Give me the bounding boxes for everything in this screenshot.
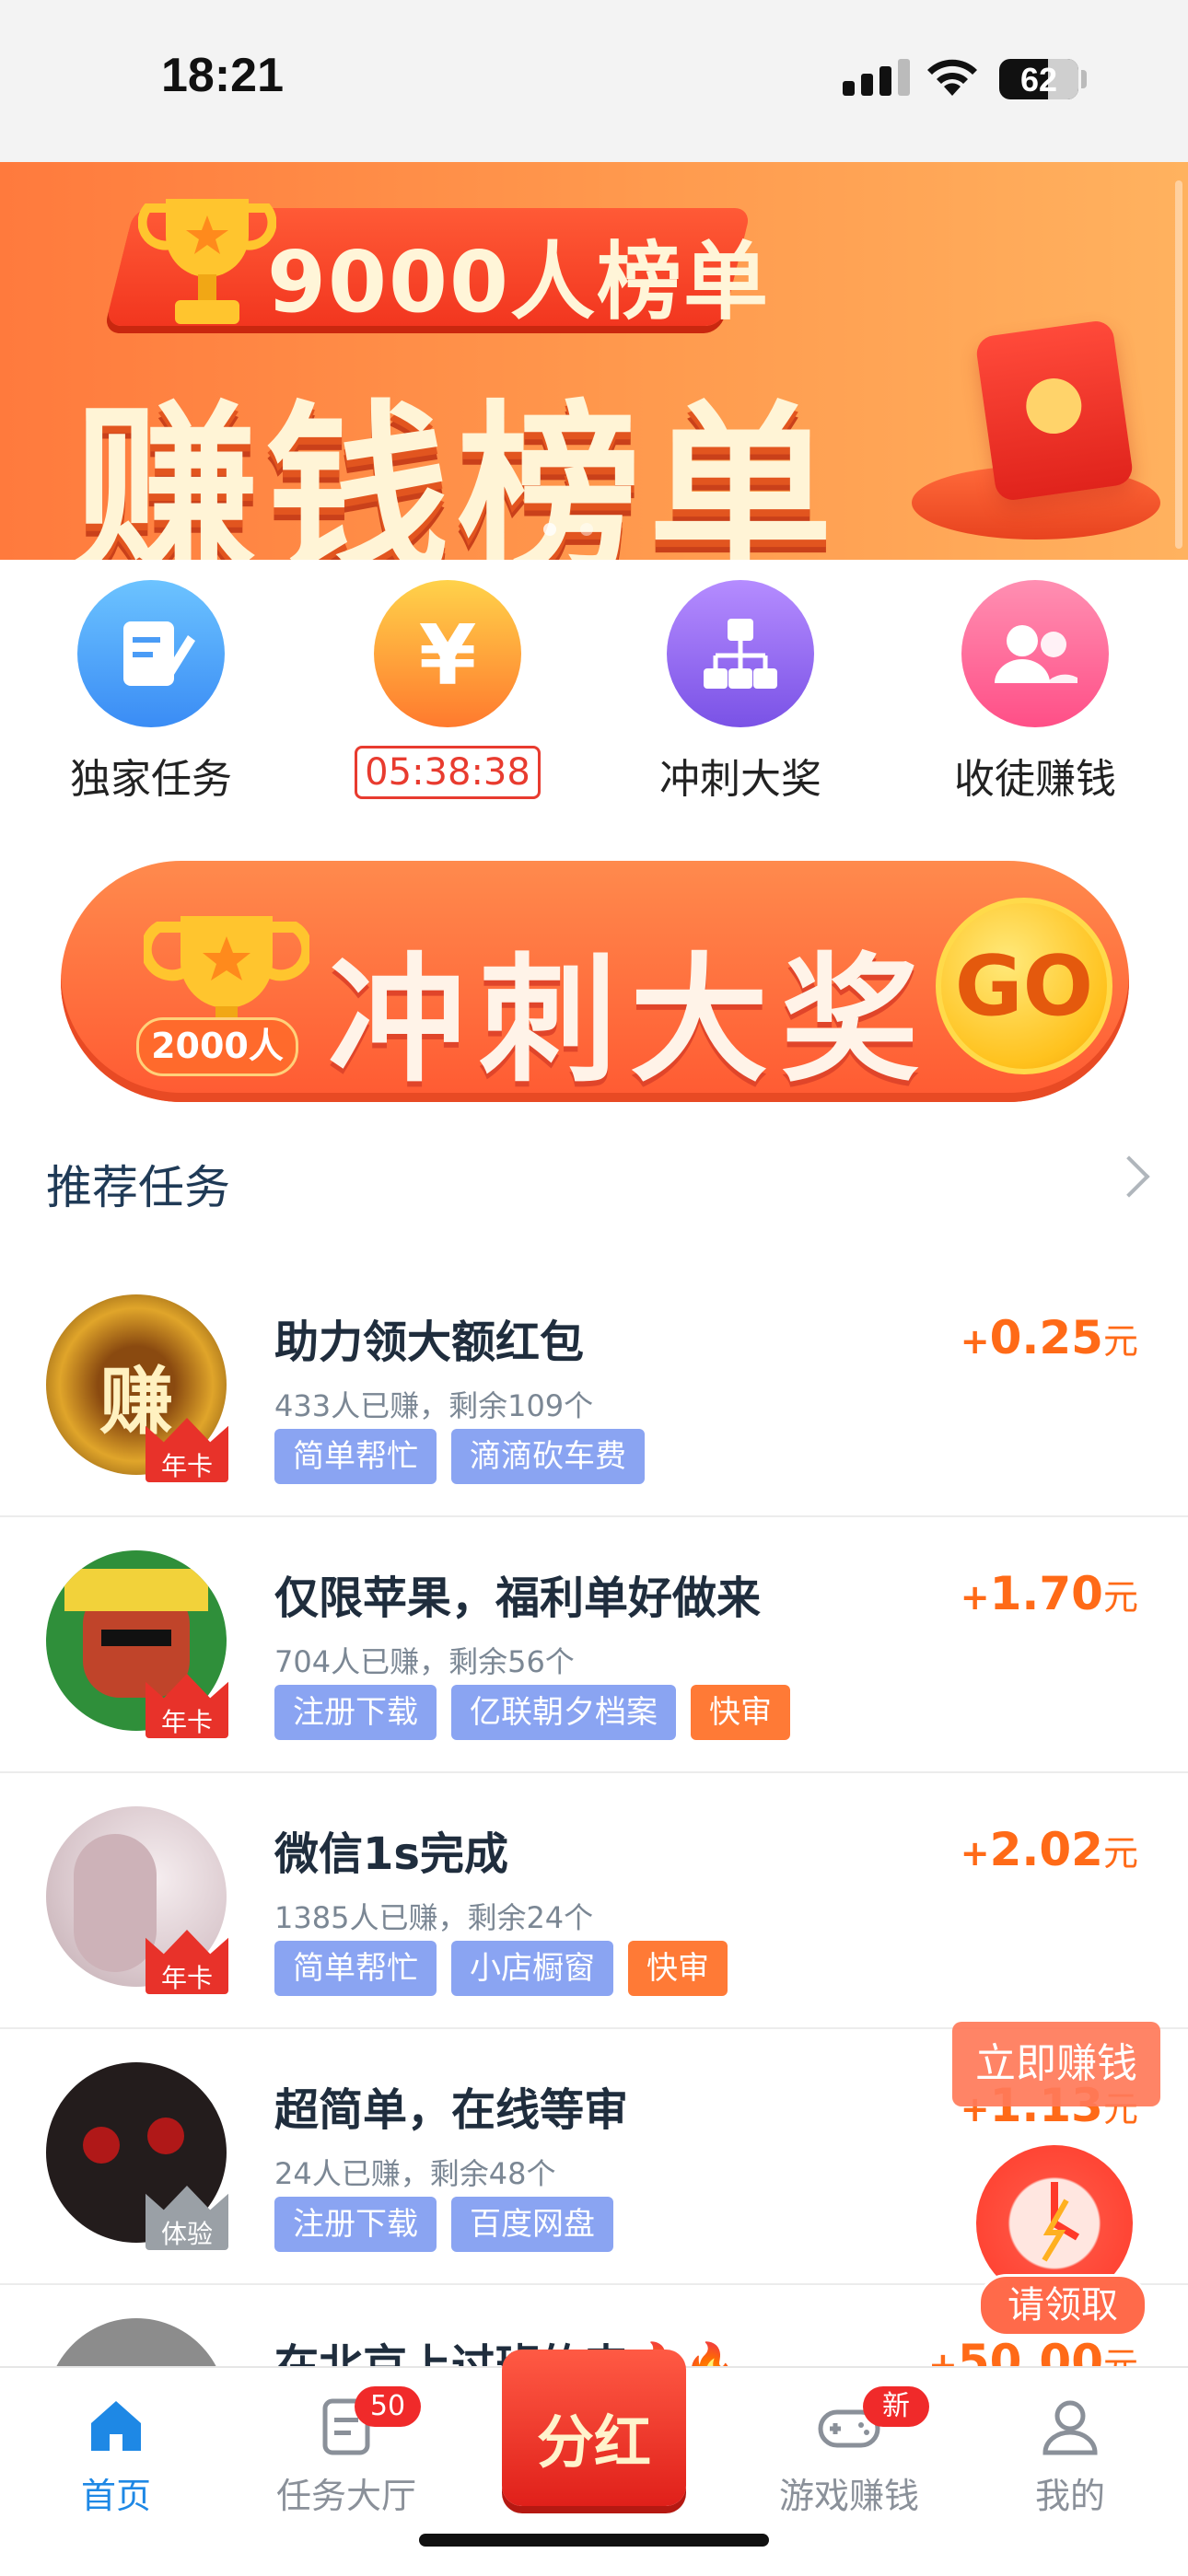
countdown-timer: 05:38:38 (355, 746, 541, 799)
quick-label: 冲刺大奖 (659, 756, 821, 803)
task-edit-icon (77, 580, 225, 727)
yuan-coin-icon: ¥ (374, 580, 521, 727)
tab-label: 任务大厅 (275, 2476, 416, 2516)
banner-ribbon-text: 9000人榜单 (267, 233, 771, 331)
task-row[interactable]: 年卡 仅限苹果，福利单好做来 704人已赚，剩余56个 注册下载 亿联朝夕档案 … (0, 1517, 1188, 1773)
crown-badge: 年卡 (146, 1674, 228, 1738)
task-title: 仅限苹果，福利单好做来 (274, 1572, 762, 1624)
hero-banner[interactable]: 9000人榜单 赚钱榜单 (0, 162, 1188, 560)
tab-task-hall[interactable]: 50 任务大厅 (254, 2386, 438, 2518)
home-indicator (419, 2534, 769, 2547)
tab-dividend[interactable]: 分红 (502, 2331, 686, 2515)
task-tag: 简单帮忙 (274, 1429, 437, 1484)
task-tag: 亿联朝夕档案 (451, 1685, 676, 1740)
chevron-right-icon[interactable] (1108, 1155, 1150, 1198)
crown-label: 年卡 (146, 1707, 228, 1738)
task-row[interactable]: 年卡 微信1s完成 1385人已赚，剩余24个 简单帮忙 小店橱窗 快审 +2.… (0, 1773, 1188, 2029)
task-meta: 433人已赚，剩余109个 (274, 1388, 594, 1423)
document-list-icon: 50 (314, 2386, 421, 2458)
cellular-signal-icon (843, 59, 910, 96)
task-tags: 简单帮忙 滴滴砍车费 (274, 1429, 645, 1484)
gamepad-icon: 新 (817, 2386, 929, 2458)
fast-review-tag: 快审 (628, 1941, 728, 1996)
quick-label: 独家任务 (70, 756, 232, 803)
tab-home[interactable]: 首页 (24, 2394, 208, 2518)
banner-title: 赚钱榜单 (74, 385, 841, 560)
task-tag: 小店橱窗 (451, 1941, 613, 1996)
task-tags: 简单帮忙 小店橱窗 快审 (274, 1941, 728, 1996)
task-tag: 简单帮忙 (274, 1941, 437, 1996)
task-title: 助力领大额红包 (274, 1317, 585, 1368)
tab-label: 我的 (1034, 2476, 1105, 2516)
crown-badge: 年卡 (146, 1418, 228, 1482)
task-reward: +1.70元 (960, 1567, 1138, 1620)
scrollbar (1175, 180, 1182, 549)
users-icon (961, 580, 1109, 727)
battery-icon: 62 (999, 59, 1078, 99)
reward-value: 1.70 (989, 1567, 1103, 1620)
task-reward: +0.25元 (960, 1311, 1138, 1364)
trophy-icon (138, 199, 276, 324)
task-count-badge: 50 (355, 2386, 421, 2427)
task-tag: 百度网盘 (451, 2197, 613, 2252)
tab-label: 游戏赚钱 (778, 2476, 919, 2516)
reward-unit: 元 (1102, 1833, 1138, 1874)
sprint-title: 冲刺大奖 (328, 941, 933, 1101)
status-bar: 18:21 62 (0, 0, 1188, 162)
red-envelope-icon (974, 319, 1135, 503)
wifi-icon (927, 59, 977, 96)
crown-badge: 年卡 (146, 1930, 228, 1994)
go-button[interactable]: GO (936, 898, 1112, 1074)
earn-now-button[interactable]: 立即赚钱 (952, 2022, 1160, 2106)
banner-pagination (543, 523, 593, 536)
battery-tip (1081, 70, 1087, 88)
crown-badge: 体验 (146, 2186, 228, 2250)
crown-label: 年卡 (146, 1963, 228, 1994)
task-row[interactable]: 赚 年卡 助力领大额红包 433人已赚，剩余109个 简单帮忙 滴滴砍车费 +0… (0, 1261, 1188, 1517)
fast-review-tag: 快审 (691, 1685, 790, 1740)
tab-mine[interactable]: 我的 (978, 2394, 1162, 2518)
participant-badge: 2000人 (136, 1017, 298, 1076)
task-tag: 注册下载 (274, 2197, 437, 2252)
reward-unit: 元 (1102, 1577, 1138, 1618)
quick-item-timer[interactable]: ¥ 05:38:38 (328, 580, 567, 799)
task-reward: +2.02元 (960, 1823, 1138, 1876)
org-chart-icon (667, 580, 814, 727)
task-title: 超简单，在线等审 (274, 2084, 629, 2136)
crown-label: 体验 (146, 2219, 228, 2250)
task-title: 微信1s完成 (274, 1828, 508, 1880)
quick-label: 收徒赚钱 (954, 756, 1116, 803)
task-meta: 704人已赚，剩余56个 (274, 1644, 575, 1679)
quick-item-sprint-prize[interactable]: 冲刺大奖 (621, 580, 860, 805)
quick-menu: 独家任务 ¥ 05:38:38 冲刺大奖 收徒赚钱 (0, 580, 1188, 819)
crown-label: 年卡 (146, 1451, 228, 1482)
quick-item-recruit[interactable]: 收徒赚钱 (915, 580, 1155, 805)
reward-unit: 元 (1102, 1321, 1138, 1362)
home-icon (84, 2394, 148, 2458)
go-label: GO (954, 938, 1094, 1035)
task-tags: 注册下载 百度网盘 (274, 2197, 613, 2252)
claim-button[interactable]: 请领取 (978, 2274, 1147, 2337)
tab-games[interactable]: 新 游戏赚钱 (757, 2386, 941, 2518)
task-meta: 24人已赚，剩余48个 (274, 2156, 556, 2191)
reward-value: 2.02 (989, 1823, 1103, 1876)
new-badge: 新 (863, 2386, 929, 2427)
user-icon (1038, 2394, 1102, 2458)
quick-item-exclusive-tasks[interactable]: 独家任务 (31, 580, 271, 805)
tab-label: 分红 (536, 2408, 651, 2476)
status-time: 18:21 (161, 49, 284, 102)
section-title: 推荐任务 (46, 1161, 230, 1214)
tab-label: 首页 (80, 2476, 151, 2516)
task-tag: 注册下载 (274, 1685, 437, 1740)
reward-value: 0.25 (989, 1311, 1103, 1364)
task-tags: 注册下载 亿联朝夕档案 快审 (274, 1685, 790, 1740)
battery-level: 62 (1019, 61, 1058, 99)
sprint-prize-banner[interactable]: 2000人 冲刺大奖 GO (61, 861, 1129, 1102)
task-tag: 滴滴砍车费 (451, 1429, 645, 1484)
task-meta: 1385人已赚，剩余24个 (274, 1900, 594, 1935)
